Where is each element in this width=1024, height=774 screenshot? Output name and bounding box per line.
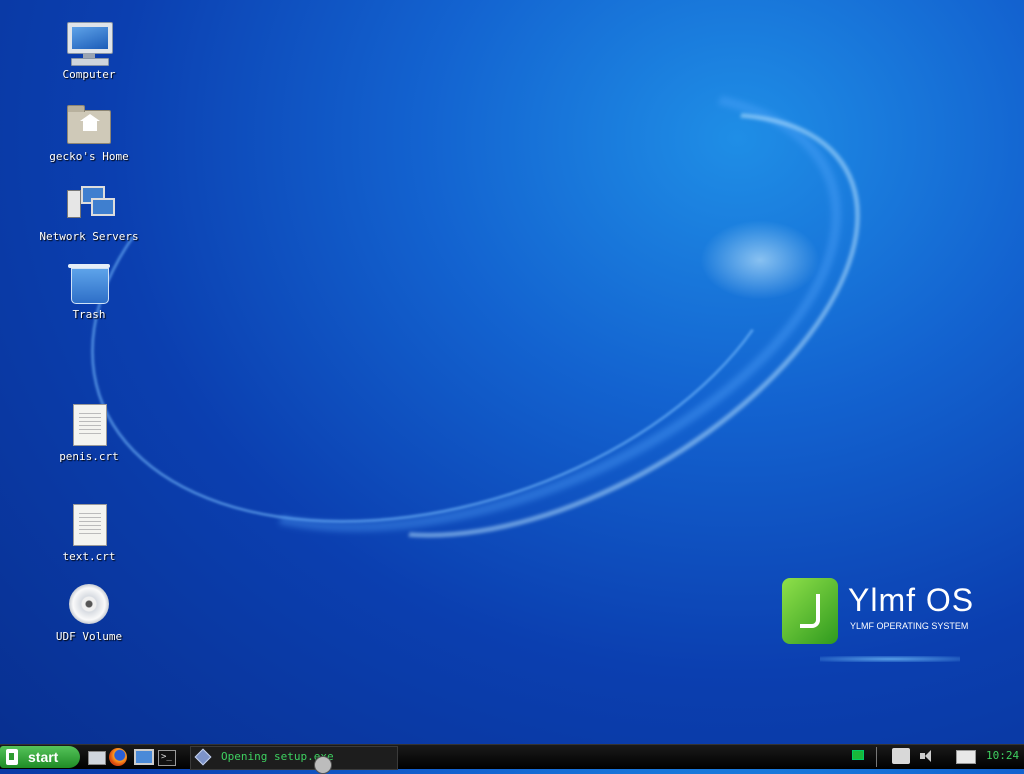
os-logo: Ylmf OS YLMF OPERATING SYSTEM bbox=[780, 576, 980, 662]
desktop-icon-trash[interactable]: Trash bbox=[24, 262, 154, 321]
desktop-icon-label: gecko's Home bbox=[49, 150, 129, 163]
update-icon[interactable] bbox=[892, 748, 910, 764]
desktop-icon-label: text.crt bbox=[62, 550, 116, 563]
busy-cursor-icon bbox=[314, 756, 332, 774]
logo-shine bbox=[820, 656, 960, 662]
volume-icon[interactable] bbox=[920, 749, 938, 763]
start-button[interactable]: start bbox=[0, 746, 80, 768]
desktop-icon-label: Computer bbox=[62, 68, 116, 81]
mail-icon[interactable] bbox=[956, 750, 976, 764]
desktop-icon-udf-volume[interactable]: UDF Volume bbox=[24, 584, 154, 643]
desktop: Computer gecko's Home Network Servers Tr… bbox=[0, 0, 1024, 744]
wallpaper-swoosh bbox=[95, 0, 905, 622]
desktop-icon-label: Network Servers bbox=[39, 230, 139, 243]
logo-mark-icon bbox=[782, 578, 838, 644]
document-icon bbox=[65, 404, 113, 448]
start-icon bbox=[6, 749, 18, 765]
desktop-icon-label: penis.crt bbox=[59, 450, 119, 463]
home-folder-icon bbox=[65, 104, 113, 148]
cd-icon bbox=[65, 584, 113, 628]
document-icon bbox=[65, 504, 113, 548]
show-desktop-icon[interactable] bbox=[86, 747, 106, 767]
desktop-icon-home[interactable]: gecko's Home bbox=[24, 104, 154, 163]
setup-icon bbox=[194, 748, 212, 766]
tray-separator bbox=[876, 747, 877, 767]
terminal-icon[interactable]: >_ bbox=[156, 747, 176, 767]
start-label: start bbox=[28, 749, 59, 765]
taskbar: start >_ Opening setup.exe 10:24 bbox=[0, 744, 1024, 774]
logo-name: Ylmf OS bbox=[848, 582, 975, 618]
taskbar-task[interactable]: Opening setup.exe bbox=[190, 746, 398, 770]
desktop-icon-network-servers[interactable]: Network Servers bbox=[24, 184, 154, 243]
desktop-icon-text-crt[interactable]: text.crt bbox=[24, 504, 154, 563]
computer-icon bbox=[65, 22, 113, 66]
network-icon[interactable] bbox=[852, 750, 864, 760]
wallpaper-glow bbox=[700, 220, 820, 300]
firefox-icon[interactable] bbox=[108, 747, 128, 767]
network-servers-icon bbox=[65, 184, 115, 228]
wallpaper-swoosh bbox=[219, 24, 931, 626]
trash-icon bbox=[65, 262, 113, 306]
desktop-icon-label: Trash bbox=[72, 308, 106, 321]
desktop-icon-penis-crt[interactable]: penis.crt bbox=[24, 404, 154, 463]
logo-subtitle: YLMF OPERATING SYSTEM bbox=[850, 621, 969, 631]
desktop-icon-label: UDF Volume bbox=[55, 630, 123, 643]
clock[interactable]: 10:24 bbox=[986, 749, 1019, 762]
computer-icon[interactable] bbox=[132, 747, 154, 767]
desktop-icon-computer[interactable]: Computer bbox=[24, 22, 154, 81]
